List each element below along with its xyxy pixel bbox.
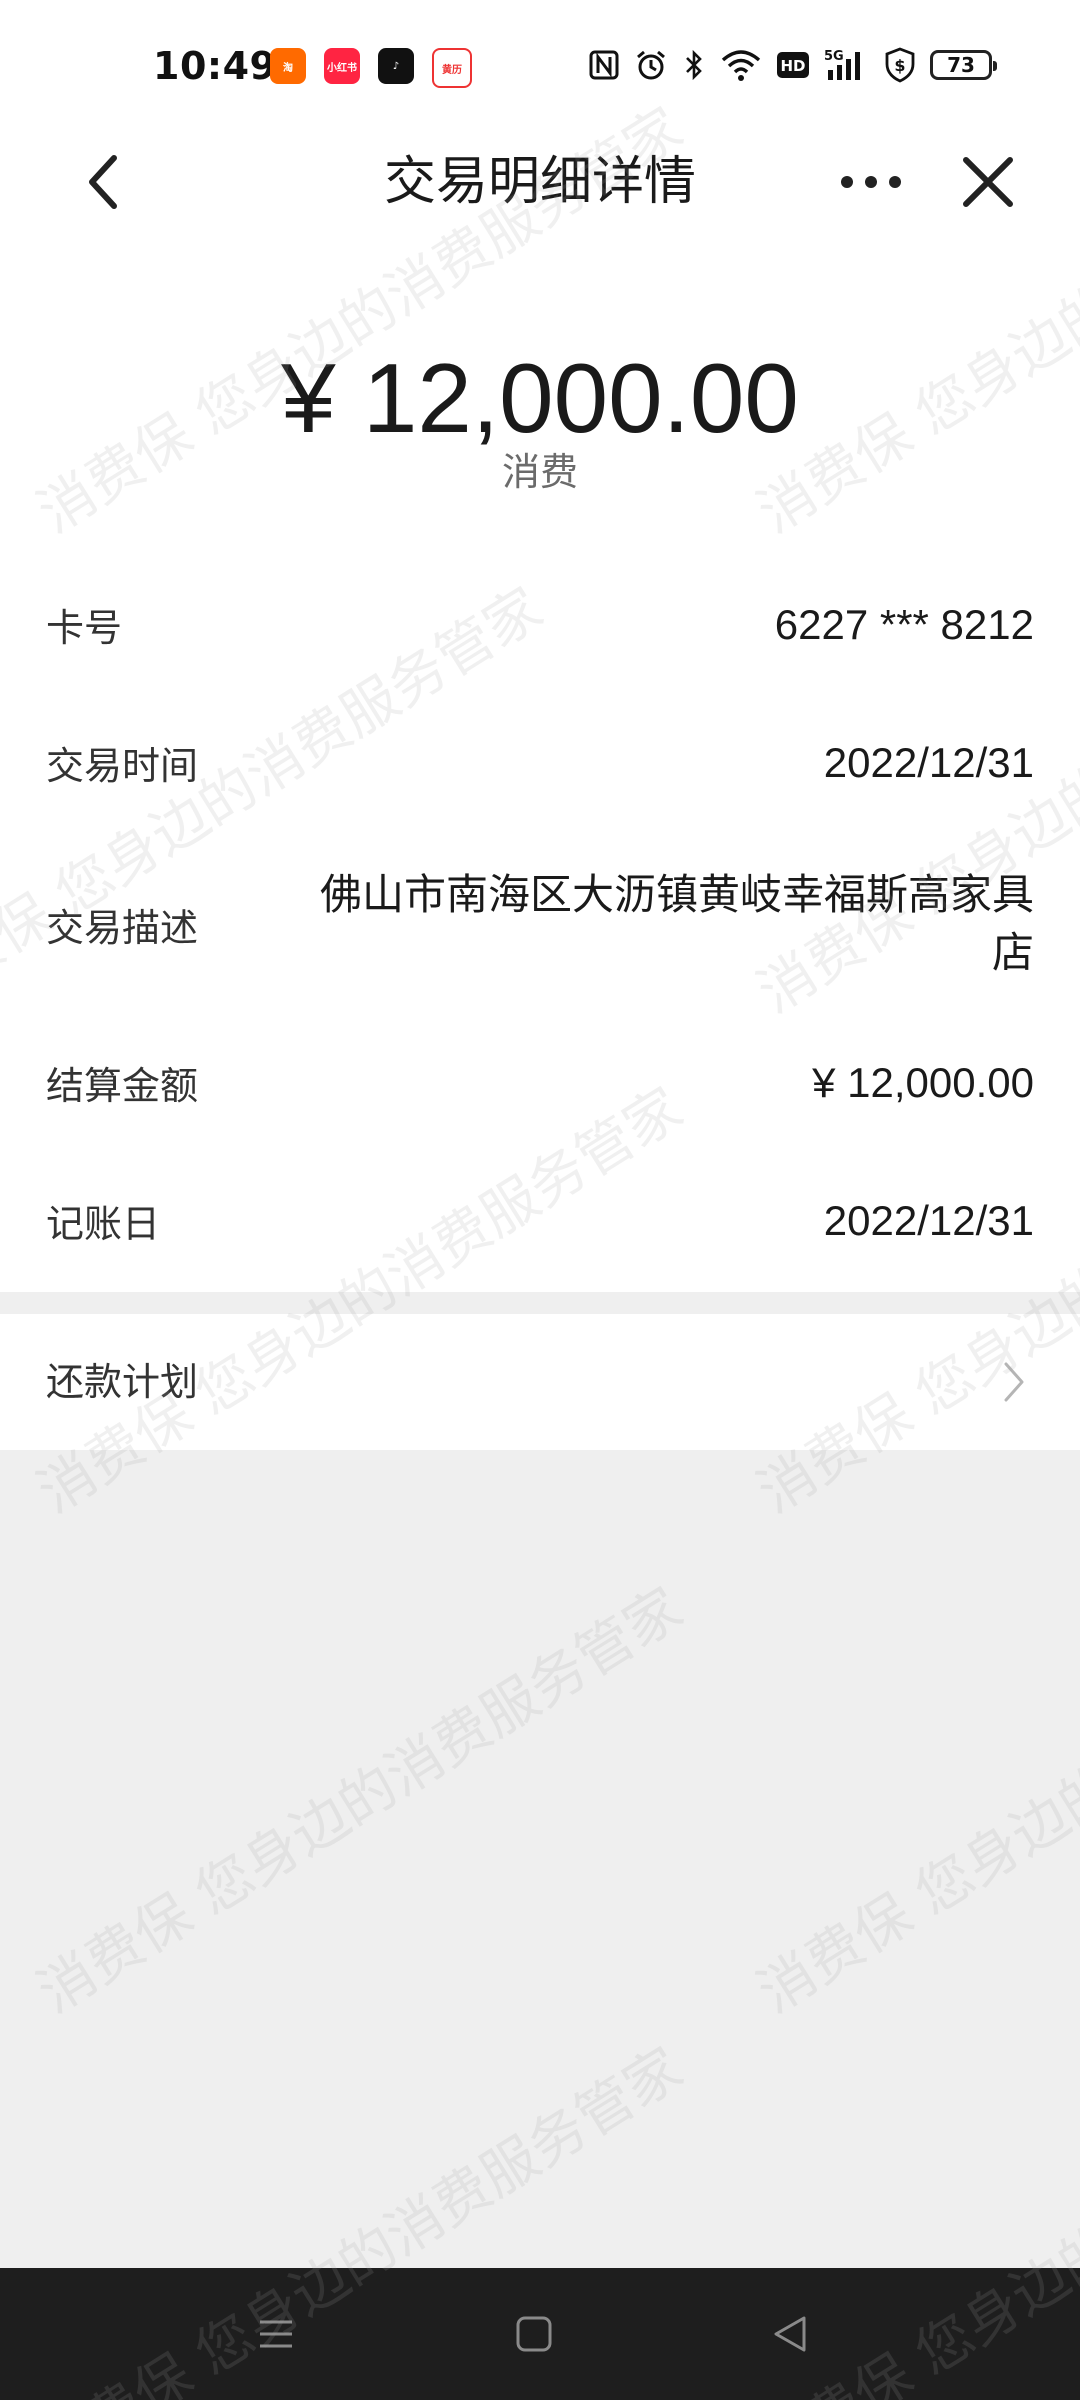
posting-date-label: 记账日 — [46, 1202, 161, 1246]
chevron-right-icon — [994, 1358, 1034, 1406]
home-square-icon — [516, 2316, 552, 2352]
more-dots-icon — [841, 176, 901, 188]
svg-text:5G: 5G — [824, 49, 844, 64]
system-navigation-bar — [0, 2268, 1080, 2400]
bluetooth-icon — [682, 46, 706, 84]
douyin-icon: ♪ — [378, 48, 414, 84]
transaction-description-value: 佛山市南海区大沥镇黄岐幸福斯高家具店 — [319, 870, 1034, 977]
back-triangle-icon — [774, 2316, 806, 2352]
close-icon — [963, 157, 1013, 207]
posting-date-value: 2022/12/31 — [823, 1197, 1034, 1244]
menu-button[interactable] — [246, 2304, 306, 2364]
svg-text:$: $ — [894, 56, 905, 75]
nfc-icon — [588, 46, 620, 84]
repayment-plan-label: 还款计划 — [46, 1360, 199, 1404]
transaction-amount: ¥ 12,000.00 — [281, 343, 799, 453]
screen: 10:49 淘 小红书 ♪ 黄历 HD 5G $ 73 交易明细详情 ¥ 12,… — [0, 0, 1080, 2400]
svg-text:HD: HD — [780, 57, 805, 75]
settlement-amount-value: ¥ 12,000.00 — [812, 1059, 1034, 1106]
status-bar: 10:49 淘 小红书 ♪ 黄历 HD 5G $ 73 — [0, 0, 1080, 120]
settlement-amount-label: 结算金额 — [46, 1064, 199, 1108]
more-options-button[interactable] — [836, 150, 906, 214]
close-button[interactable] — [952, 146, 1024, 218]
xiaohongshu-icon: 小红书 — [324, 48, 360, 84]
wifi-icon — [720, 46, 762, 84]
battery-indicator: 73 — [930, 50, 997, 80]
watermark-text: 消费保 您身边的消费服务管家 — [746, 1575, 1080, 2027]
watermark-text: 消费保 您身边的消费服务管家 — [26, 1575, 694, 2027]
notification-app-icons: 淘 小红书 ♪ 黄历 — [270, 48, 472, 88]
status-time: 10:49 — [153, 44, 277, 88]
card-number-label: 卡号 — [46, 606, 123, 650]
navigation-header: 交易明细详情 — [0, 120, 1080, 246]
5g-signal-icon: 5G — [824, 46, 870, 84]
menu-lines-icon — [260, 2320, 292, 2348]
hd-icon: HD — [776, 46, 810, 84]
repayment-plan-row[interactable]: 还款计划 — [0, 1314, 1080, 1450]
transaction-detail-card: ¥ 12,000.00 消费 卡号 6227 *** 8212 交易时间 202… — [0, 246, 1080, 1292]
card-number-value: 6227 *** 8212 — [774, 601, 1034, 648]
system-back-button[interactable] — [760, 2304, 820, 2364]
alipay-icon: 淘 — [270, 48, 306, 84]
page-title: 交易明细详情 — [383, 152, 696, 212]
shield-dollar-icon: $ — [884, 46, 916, 84]
transaction-time-value: 2022/12/31 — [823, 739, 1034, 786]
calendar-app-icon: 黄历 — [432, 48, 472, 88]
transaction-description-label: 交易描述 — [46, 906, 199, 950]
transaction-time-label: 交易时间 — [46, 744, 199, 788]
alarm-icon — [634, 46, 668, 84]
system-status-icons: HD 5G $ 73 — [588, 46, 997, 84]
home-button[interactable] — [504, 2304, 564, 2364]
transaction-type: 消费 — [501, 450, 578, 494]
